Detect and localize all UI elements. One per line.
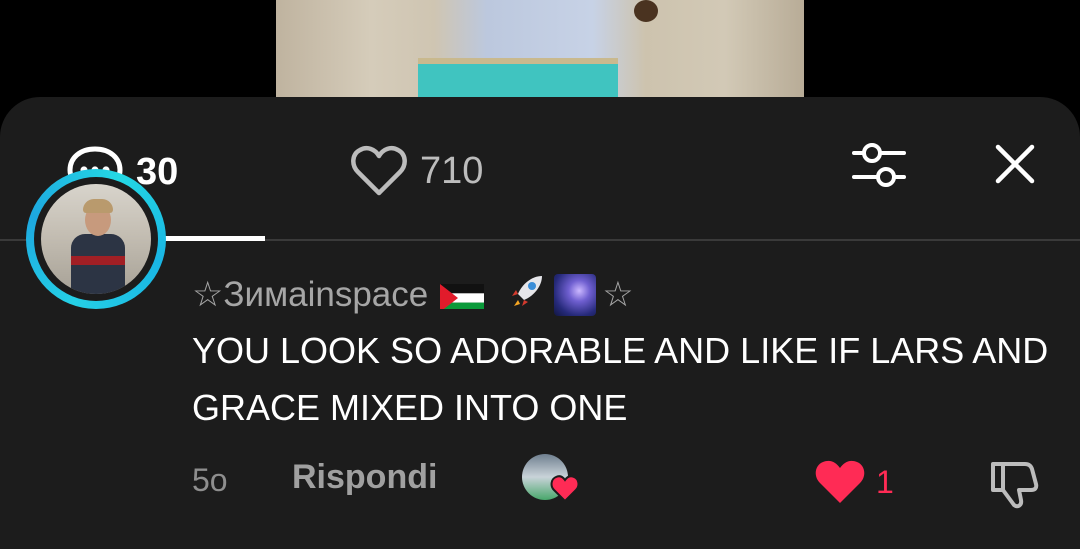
comment-text: YOU LOOK SO ADORABLE AND LIKE IF LARS AN… (192, 330, 1049, 428)
avatar-inner-border (34, 177, 158, 301)
comment-like-button[interactable]: 1 (814, 458, 894, 506)
milky-way-icon (554, 273, 597, 316)
reply-button[interactable]: Rispondi (292, 458, 437, 497)
sliders-filter-icon (852, 143, 906, 187)
username-text: ☆Зимаinspace (192, 274, 429, 314)
creator-heart-icon (550, 475, 580, 503)
heart-filled-icon (815, 460, 865, 503)
comment-like-count: 1 (876, 463, 894, 500)
comment-username[interactable]: ☆Зимаinspace ☆ (192, 270, 634, 319)
avatar-photo (41, 184, 151, 294)
video-frame-button-detail (634, 0, 658, 22)
commenter-avatar[interactable] (26, 169, 166, 309)
filter-button[interactable] (850, 137, 908, 193)
rocket-icon (508, 270, 548, 319)
likes-count: 710 (420, 149, 484, 192)
comment-timestamp: 5o (192, 462, 228, 498)
creator-liked-badge (522, 454, 580, 504)
tab-likes[interactable]: 710 (350, 145, 483, 197)
thumbs-down-icon (991, 462, 1039, 509)
close-button[interactable] (990, 139, 1040, 189)
close-icon (995, 144, 1035, 184)
palestine-flag-icon (440, 281, 485, 309)
heart-outline-icon (351, 146, 407, 196)
username-suffix-star: ☆ (602, 274, 634, 314)
dislike-button[interactable] (985, 456, 1041, 512)
